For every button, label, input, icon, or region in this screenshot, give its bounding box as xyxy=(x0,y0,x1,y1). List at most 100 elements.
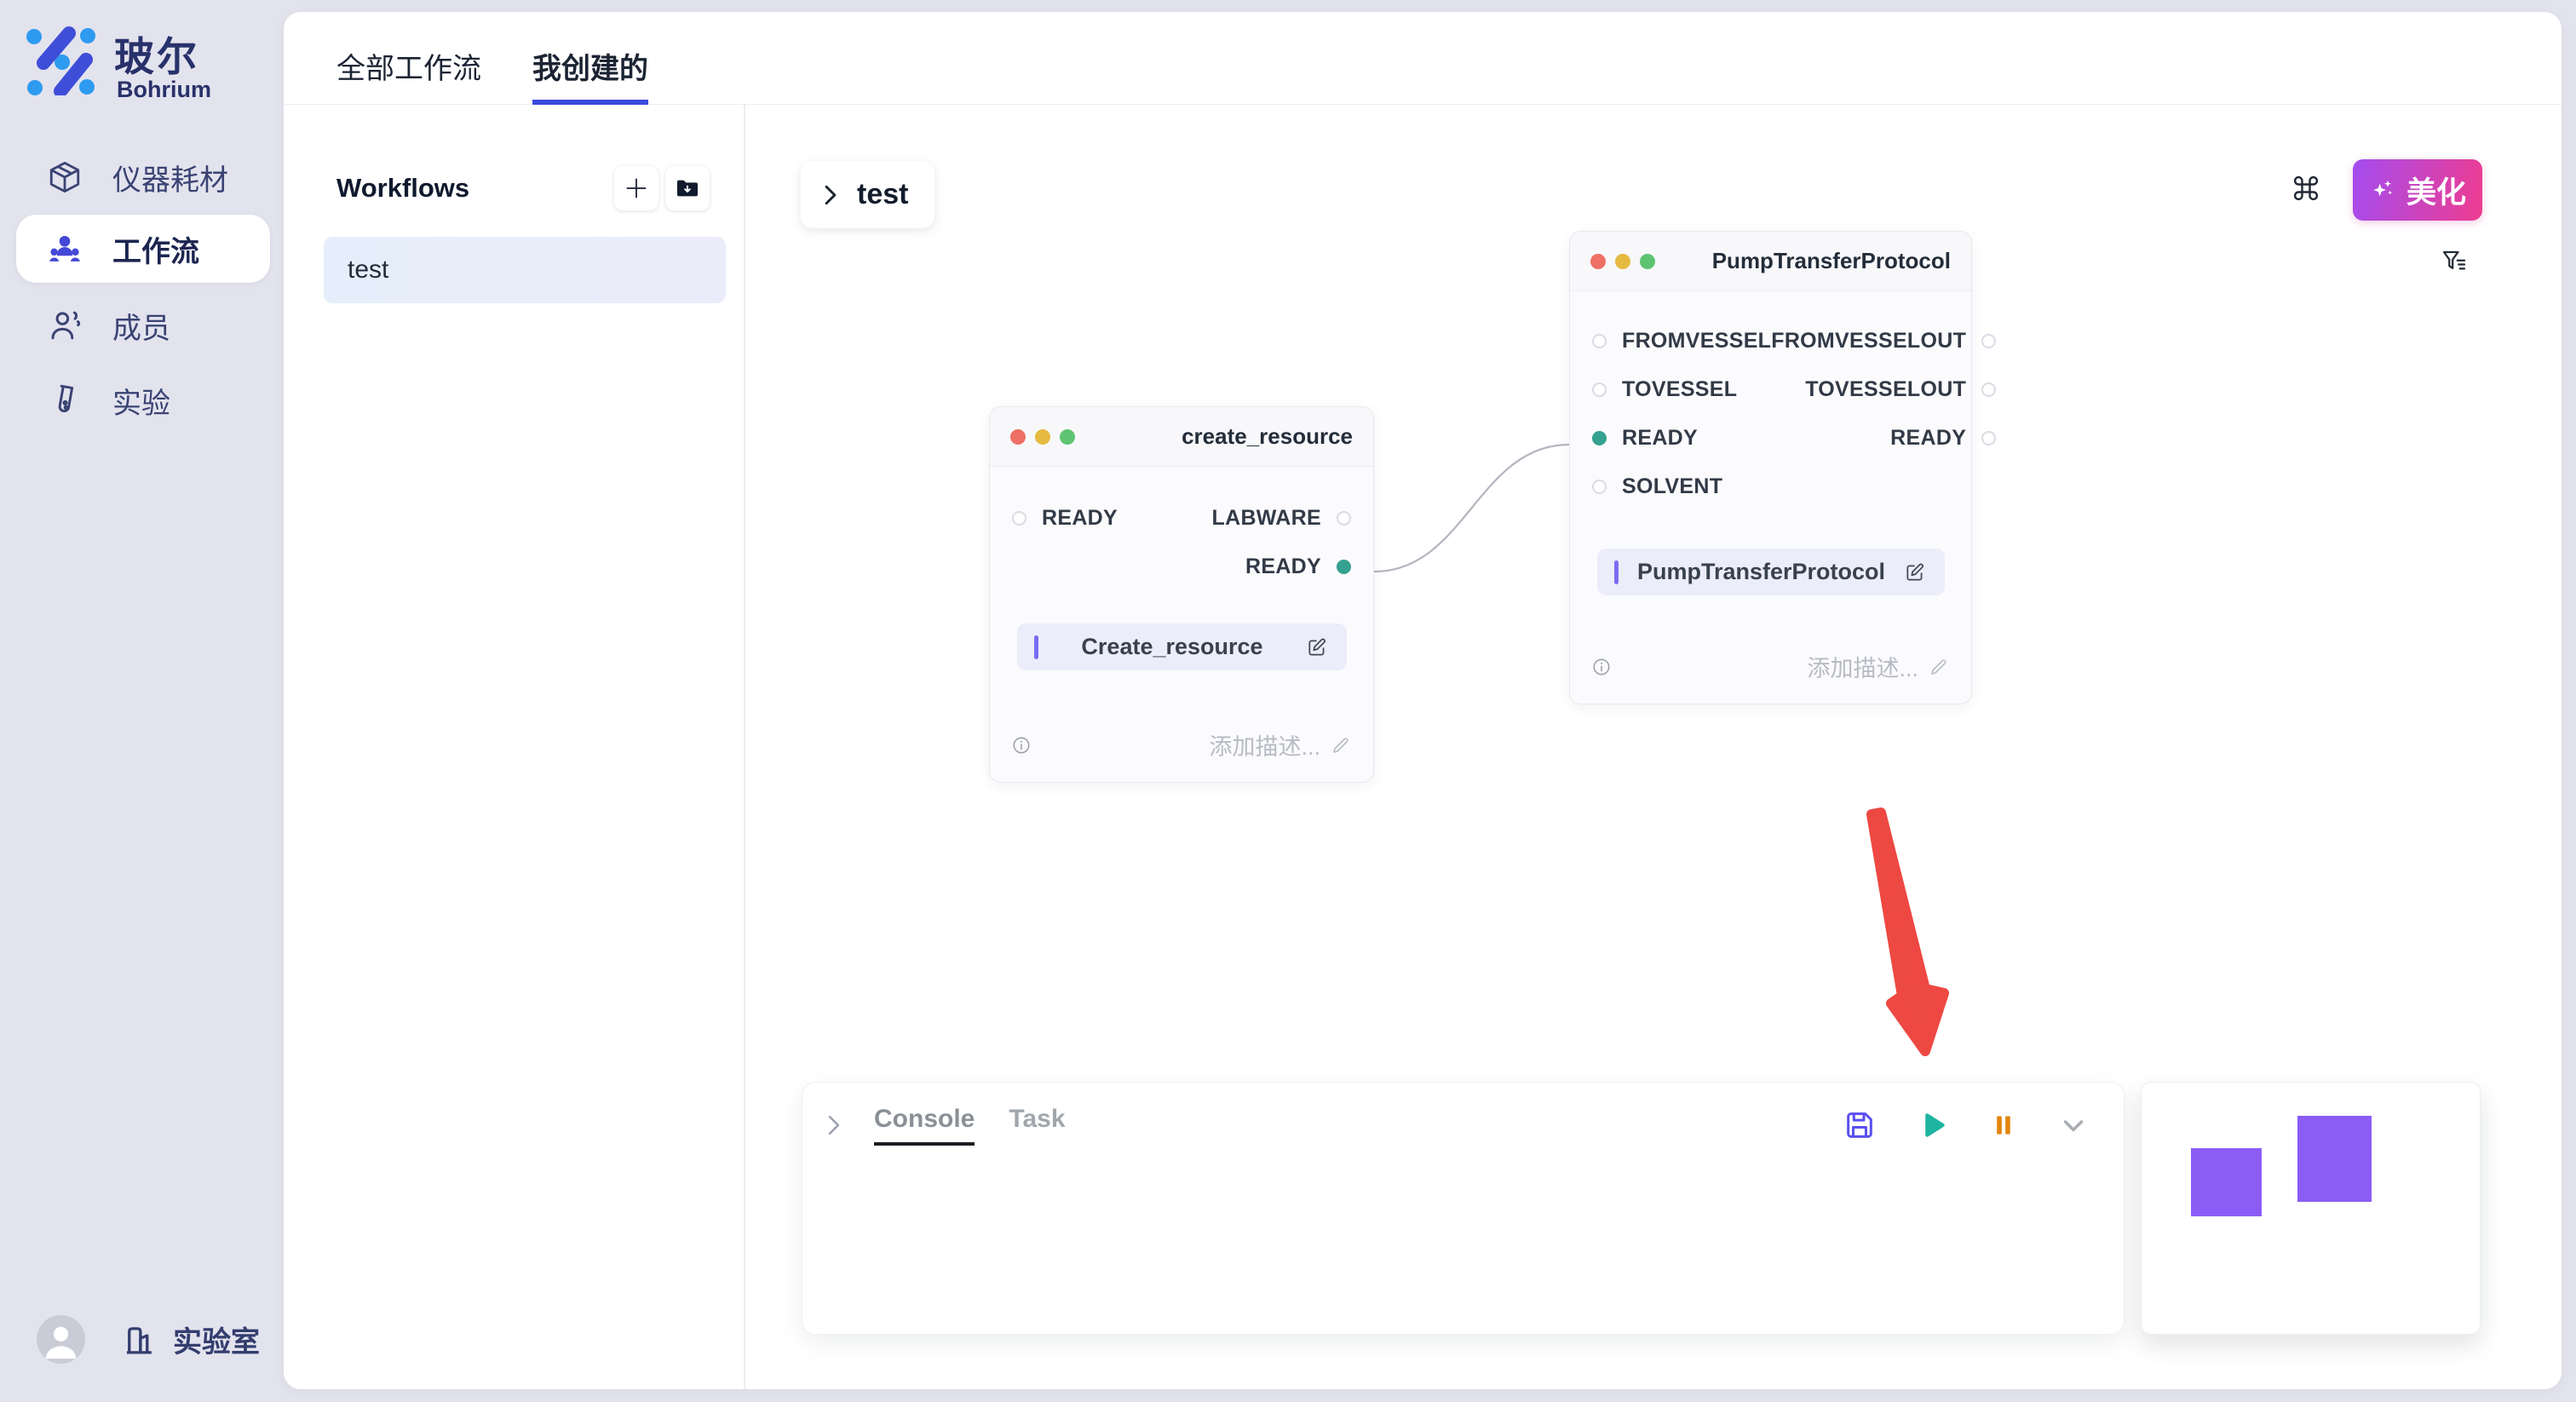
folder-download-icon xyxy=(674,175,701,202)
plus-icon xyxy=(624,175,649,201)
save-button[interactable] xyxy=(1843,1108,1877,1142)
node-header[interactable]: PumpTransferProtocol xyxy=(1570,232,1971,291)
sidebar-item-workflows[interactable]: 工作流 xyxy=(16,215,270,283)
port-dot[interactable] xyxy=(1592,382,1607,397)
port-solvent-in[interactable]: SOLVENT xyxy=(1570,463,1771,511)
port-row-empty xyxy=(1771,463,2018,511)
sidebar-item-label: 成员 xyxy=(112,305,170,347)
port-tovessel-in[interactable]: TOVESSEL xyxy=(1570,365,1771,414)
add-description[interactable]: 添加描述... xyxy=(1209,728,1351,761)
port-ready-out[interactable]: READY xyxy=(1771,414,2018,463)
tab-my-created[interactable]: 我创建的 xyxy=(532,12,648,105)
minimap-node-pump xyxy=(2297,1116,2372,1202)
breadcrumb[interactable]: test xyxy=(801,161,934,228)
port-ready-out[interactable]: READY xyxy=(1182,543,1373,591)
member-icon xyxy=(47,307,83,343)
flask-icon xyxy=(47,382,83,418)
workflow-list-panel: Workflows test xyxy=(284,105,745,1389)
node-title: PumpTransferProtocol xyxy=(1712,248,1951,274)
sidebar-item-experiments[interactable]: 实验 xyxy=(16,370,270,431)
beautify-label: 美化 xyxy=(2406,169,2466,212)
port-dot[interactable] xyxy=(1012,511,1026,526)
add-description[interactable]: 添加描述... xyxy=(1807,650,1949,683)
collapse-icon xyxy=(2057,1109,2090,1141)
port-row-empty xyxy=(990,543,1182,591)
port-ready-in[interactable]: READY xyxy=(1570,414,1771,463)
port-ready-in[interactable]: READY xyxy=(990,494,1182,543)
avatar[interactable] xyxy=(37,1315,85,1364)
edit-icon[interactable] xyxy=(1904,561,1926,583)
traffic-lights-icon xyxy=(1010,429,1075,445)
port-dot[interactable] xyxy=(1337,511,1351,526)
port-dot-connected[interactable] xyxy=(1592,431,1607,445)
brand-name-cn: 玻尔 xyxy=(114,24,199,83)
package-icon xyxy=(47,159,83,195)
console-panel: Console Task xyxy=(802,1082,2125,1335)
pause-button[interactable] xyxy=(1989,1111,2018,1140)
port-dot[interactable] xyxy=(1981,334,1996,348)
port-dot[interactable] xyxy=(1592,334,1607,348)
port-dot[interactable] xyxy=(1592,480,1607,494)
run-button[interactable] xyxy=(1916,1108,1950,1142)
node-footer: 添加描述... xyxy=(1570,650,1971,704)
command-icon xyxy=(2291,173,2321,204)
node-create-resource[interactable]: create_resource READY LABWARE READY xyxy=(989,406,1374,783)
app-root: 玻尔 Bohrium 仪器耗材 工作流 xyxy=(0,0,2576,1402)
node-action-create-resource[interactable]: Create_resource xyxy=(1017,623,1347,670)
bohrium-logo-icon xyxy=(26,24,97,95)
node-footer: 添加描述... xyxy=(990,728,1373,782)
team-icon xyxy=(47,231,83,267)
info-icon[interactable] xyxy=(1592,658,1611,676)
building-icon xyxy=(122,1321,158,1359)
command-palette-button[interactable] xyxy=(2291,173,2325,207)
port-labware-out[interactable]: LABWARE xyxy=(1182,494,1373,543)
node-action-pump-transfer[interactable]: PumpTransferProtocol xyxy=(1597,549,1945,595)
annotation-arrow xyxy=(1831,784,2036,1091)
port-tovesselout-out[interactable]: TOVESSELOUT xyxy=(1771,365,2018,414)
breadcrumb-label: test xyxy=(857,178,908,211)
workflow-list-item-test[interactable]: test xyxy=(324,237,726,303)
import-workflow-button[interactable] xyxy=(665,166,710,210)
expand-console-icon[interactable] xyxy=(825,1114,843,1136)
save-icon xyxy=(1843,1108,1877,1142)
port-dot[interactable] xyxy=(1981,431,1996,445)
minimap[interactable] xyxy=(2141,1082,2481,1335)
workflow-list-header: Workflows xyxy=(336,166,710,210)
pencil-icon xyxy=(1331,735,1351,756)
brand-name-en: Bohrium xyxy=(117,77,211,103)
chevron-right-icon xyxy=(821,184,840,206)
add-workflow-button[interactable] xyxy=(614,166,658,210)
filter-icon xyxy=(2439,246,2470,279)
port-dot[interactable] xyxy=(1981,382,1996,397)
beautify-button[interactable]: 美化 xyxy=(2353,159,2482,221)
console-tab[interactable]: Console xyxy=(874,1105,975,1146)
workspace-switcher[interactable]: 实验室 xyxy=(122,1319,260,1360)
minimap-node-create-resource xyxy=(2191,1148,2262,1216)
sidebar: 玻尔 Bohrium 仪器耗材 工作流 xyxy=(0,0,284,1402)
sidebar-item-members[interactable]: 成员 xyxy=(16,295,270,356)
sidebar-item-label: 实验 xyxy=(112,380,170,422)
main-panel: 全部工作流 我创建的 Workflows xyxy=(284,12,2562,1389)
run-icon xyxy=(1916,1108,1950,1142)
workflow-list-title: Workflows xyxy=(336,173,469,204)
traffic-lights-icon xyxy=(1590,254,1655,269)
sidebar-footer: 实验室 xyxy=(0,1310,284,1378)
filter-button[interactable] xyxy=(2439,246,2470,279)
tab-all-workflows[interactable]: 全部工作流 xyxy=(336,12,481,105)
pause-icon xyxy=(1989,1111,2018,1140)
workspace-label: 实验室 xyxy=(173,1319,260,1360)
node-pump-transfer-protocol[interactable]: PumpTransferProtocol FROMVESSEL FROMVESS… xyxy=(1569,231,1972,704)
pencil-icon xyxy=(1929,657,1949,677)
sidebar-item-instruments[interactable]: 仪器耗材 xyxy=(16,147,270,208)
node-title: create_resource xyxy=(1182,423,1353,450)
edit-icon[interactable] xyxy=(1306,636,1328,658)
task-tab[interactable]: Task xyxy=(1009,1105,1065,1146)
workflow-canvas[interactable]: test 美化 xyxy=(745,105,2562,1389)
info-icon[interactable] xyxy=(1012,736,1031,755)
port-fromvessel-in[interactable]: FROMVESSEL xyxy=(1570,317,1771,365)
node-header[interactable]: create_resource xyxy=(990,407,1373,467)
port-dot-connected[interactable] xyxy=(1337,560,1351,574)
collapse-panel-button[interactable] xyxy=(2057,1109,2090,1141)
port-fromvesselout-out[interactable]: FROMVESSELOUT xyxy=(1771,317,2018,365)
sidebar-item-label: 工作流 xyxy=(112,228,199,270)
